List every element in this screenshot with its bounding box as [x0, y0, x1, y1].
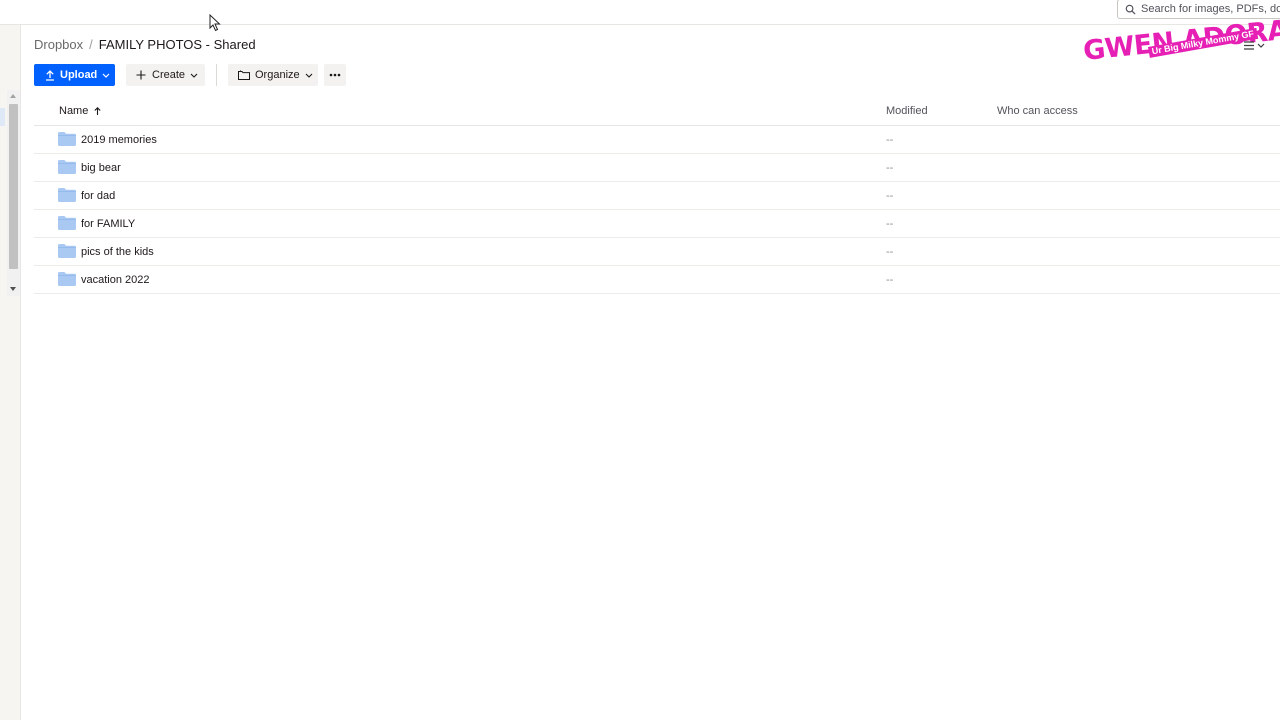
organize-button[interactable]: Organize [228, 64, 318, 86]
row-name[interactable]: 2019 memories [81, 134, 157, 146]
row-name[interactable]: vacation 2022 [81, 274, 150, 286]
chevron-down-icon [102, 73, 110, 78]
row-modified: -- [886, 246, 894, 258]
scroll-down-arrow-icon[interactable] [10, 287, 16, 291]
search-icon [1125, 4, 1136, 15]
chevron-down-icon [305, 73, 313, 78]
search-bar[interactable] [1117, 0, 1280, 19]
breadcrumb-separator: / [89, 37, 93, 52]
toolbar-divider [216, 64, 217, 86]
folder-icon [58, 216, 76, 230]
view-toggle-button[interactable] [1244, 41, 1265, 50]
scroll-up-arrow-icon[interactable] [10, 94, 16, 98]
row-modified: -- [886, 134, 894, 146]
create-label: Create [152, 69, 186, 81]
create-button[interactable]: Create [126, 64, 205, 86]
watermark-logo: GWEN ADORA Ur Big Milky Mommy GF [1082, 15, 1280, 72]
breadcrumb-current: FAMILY PHOTOS - Shared [98, 37, 256, 52]
chevron-down-icon [190, 73, 198, 78]
upload-button[interactable]: Upload [34, 64, 115, 86]
organize-label: Organize [255, 69, 300, 81]
file-table: Name Modified Who can access 2019 memori… [34, 97, 1280, 294]
row-modified: -- [886, 162, 894, 174]
mouse-cursor-icon [209, 14, 221, 32]
table-row[interactable]: pics of the kids -- [34, 238, 1280, 266]
sort-ascending-icon [94, 107, 101, 115]
column-header-name[interactable]: Name [59, 105, 101, 117]
row-modified: -- [886, 190, 894, 202]
folder-icon [58, 160, 76, 174]
folder-icon [58, 132, 76, 146]
column-header-modified[interactable]: Modified [886, 105, 928, 117]
breadcrumb-root[interactable]: Dropbox [34, 37, 83, 52]
chevron-down-icon [1257, 43, 1265, 48]
upload-label: Upload [60, 69, 98, 81]
table-row[interactable]: vacation 2022 -- [34, 266, 1280, 294]
column-name-label: Name [59, 105, 89, 117]
rail-indicator [0, 108, 5, 126]
row-modified: -- [886, 274, 894, 286]
column-header-who-can-access[interactable]: Who can access [997, 105, 1078, 117]
table-row[interactable]: big bear -- [34, 154, 1280, 182]
row-name[interactable]: for dad [81, 190, 115, 202]
folder-icon [58, 272, 76, 286]
table-row[interactable]: for dad -- [34, 182, 1280, 210]
scrollbar[interactable] [7, 90, 20, 296]
row-name[interactable]: big bear [81, 162, 121, 174]
upload-icon [46, 69, 54, 81]
table-row[interactable]: 2019 memories -- [34, 126, 1280, 154]
row-name[interactable]: pics of the kids [81, 246, 154, 258]
breadcrumb: Dropbox / FAMILY PHOTOS - Shared [34, 37, 256, 52]
folder-icon [58, 244, 76, 258]
plus-icon [136, 70, 146, 80]
folder-organize-icon [238, 70, 250, 80]
more-actions-button[interactable] [324, 64, 346, 86]
folder-icon [58, 188, 76, 202]
list-view-icon [1244, 41, 1254, 50]
top-bar [0, 0, 1280, 25]
table-row[interactable]: for FAMILY -- [34, 210, 1280, 238]
scroll-thumb[interactable] [9, 104, 18, 269]
row-name[interactable]: for FAMILY [81, 218, 135, 230]
more-horizontal-icon [329, 73, 341, 77]
search-input[interactable] [1136, 3, 1280, 15]
table-header: Name Modified Who can access [34, 97, 1280, 126]
row-modified: -- [886, 218, 894, 230]
